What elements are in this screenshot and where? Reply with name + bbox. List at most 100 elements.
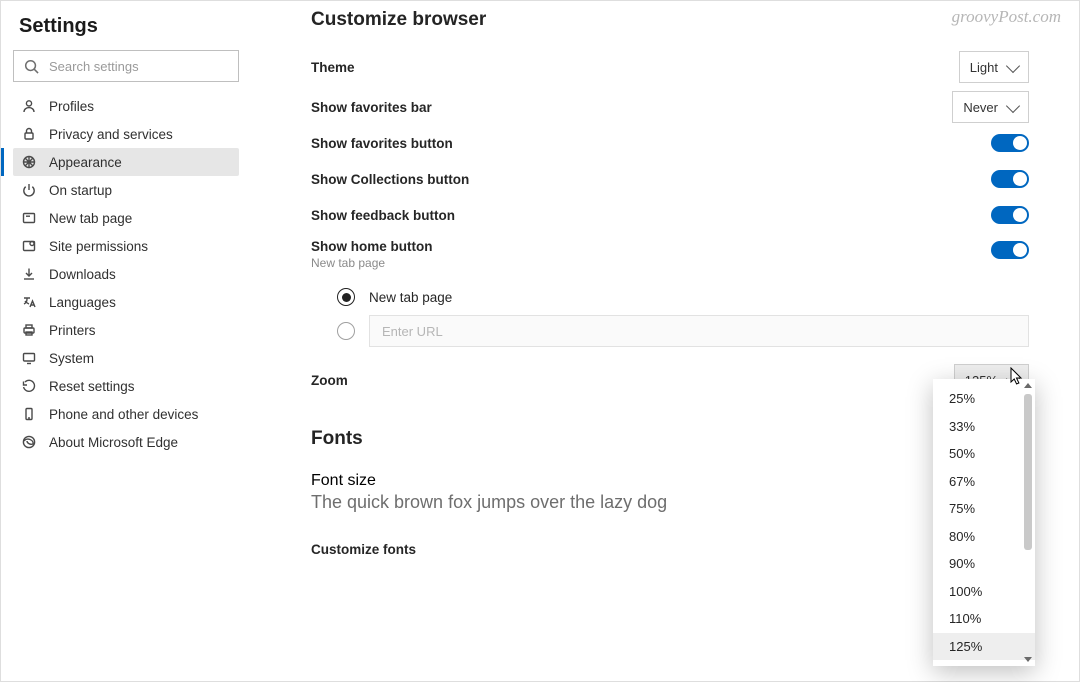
zoom-option[interactable]: 100% [933, 578, 1035, 606]
scroll-up-icon[interactable] [1024, 383, 1032, 388]
favorites-bar-row: Show favorites bar Never [311, 89, 1029, 125]
theme-value: Light [970, 60, 998, 75]
collections-button-toggle[interactable] [991, 170, 1029, 188]
zoom-option[interactable]: 67% [933, 468, 1035, 496]
radio-newtab-label: New tab page [369, 290, 452, 305]
language-icon [21, 294, 37, 310]
printer-icon [21, 322, 37, 338]
zoom-option[interactable]: 90% [933, 550, 1035, 578]
favorites-bar-label: Show favorites bar [311, 100, 432, 115]
sidebar-item-label: Site permissions [49, 239, 148, 254]
favorites-bar-value: Never [963, 100, 998, 115]
search-placeholder: Search settings [49, 59, 139, 74]
sidebar-item-privacy[interactable]: Privacy and services [13, 120, 239, 148]
watermark-text: groovyPost.com [952, 7, 1061, 27]
sidebar-item-reset[interactable]: Reset settings [13, 372, 239, 400]
appearance-icon [21, 154, 37, 170]
settings-title: Settings [19, 15, 239, 38]
zoom-row: Zoom 125% [311, 362, 1029, 398]
search-settings-input[interactable]: Search settings [13, 50, 239, 82]
chevron-down-icon [1006, 98, 1020, 112]
sidebar-item-label: Privacy and services [49, 127, 173, 142]
search-icon [24, 59, 39, 74]
permissions-icon [21, 238, 37, 254]
sidebar-item-phone[interactable]: Phone and other devices [13, 400, 239, 428]
zoom-option[interactable]: 110% [933, 605, 1035, 633]
system-icon [21, 350, 37, 366]
home-radio-newtab-row[interactable]: New tab page [337, 280, 1029, 314]
home-radio-url-row[interactable]: Enter URL [337, 314, 1029, 348]
download-icon [21, 266, 37, 282]
font-size-row: Font size The quick brown fox jumps over… [311, 472, 1029, 513]
home-url-input[interactable]: Enter URL [369, 315, 1029, 347]
lock-icon [21, 126, 37, 142]
theme-dropdown[interactable]: Light [959, 51, 1029, 83]
sidebar-item-label: Languages [49, 295, 116, 310]
newtab-icon [21, 210, 37, 226]
feedback-button-label: Show feedback button [311, 208, 455, 223]
zoom-option[interactable]: 33% [933, 413, 1035, 441]
chevron-down-icon [1006, 58, 1020, 72]
feedback-button-toggle[interactable] [991, 206, 1029, 224]
main-panel: Customize browser Theme Light Show favor… [251, 1, 1079, 681]
zoom-option[interactable]: 80% [933, 523, 1035, 551]
sidebar-item-printers[interactable]: Printers [13, 316, 239, 344]
settings-sidebar: Settings Search settings Profiles Privac… [1, 1, 251, 681]
sidebar-item-newtab[interactable]: New tab page [13, 204, 239, 232]
home-button-label: Show home button [311, 239, 432, 254]
customize-fonts-label: Customize fonts [311, 542, 416, 557]
sidebar-item-site-permissions[interactable]: Site permissions [13, 232, 239, 260]
sidebar-item-label: Reset settings [49, 379, 135, 394]
favorites-button-row: Show favorites button [311, 125, 1029, 161]
zoom-option[interactable]: 50% [933, 440, 1035, 468]
sidebar-item-label: New tab page [49, 211, 132, 226]
sidebar-item-label: On startup [49, 183, 112, 198]
sidebar-item-label: Phone and other devices [49, 407, 198, 422]
home-button-radio-group: New tab page Enter URL [311, 270, 1029, 348]
phone-icon [21, 406, 37, 422]
favorites-button-label: Show favorites button [311, 136, 453, 151]
power-icon [21, 182, 37, 198]
home-button-toggle[interactable] [991, 241, 1029, 259]
scroll-down-icon[interactable] [1024, 657, 1032, 662]
sidebar-item-appearance[interactable]: Appearance [13, 148, 239, 176]
zoom-option[interactable]: 75% [933, 495, 1035, 523]
customize-fonts-row[interactable]: Customize fonts [311, 531, 1029, 567]
favorites-button-toggle[interactable] [991, 134, 1029, 152]
sidebar-item-label: Printers [49, 323, 96, 338]
sidebar-item-label: About Microsoft Edge [49, 435, 178, 450]
theme-row: Theme Light [311, 49, 1029, 85]
customize-browser-heading: Customize browser [311, 9, 1029, 31]
font-sample-text: The quick brown fox jumps over the lazy … [311, 492, 1029, 513]
edge-icon [21, 434, 37, 450]
sidebar-item-languages[interactable]: Languages [13, 288, 239, 316]
font-size-label: Font size [311, 472, 1029, 490]
collections-button-row: Show Collections button [311, 161, 1029, 197]
home-button-sublabel: New tab page [311, 256, 432, 270]
zoom-dropdown-menu[interactable]: 25% 33% 50% 67% 75% 80% 90% 100% 110% 12… [933, 379, 1035, 666]
fonts-heading: Fonts [311, 428, 1029, 450]
sidebar-item-startup[interactable]: On startup [13, 176, 239, 204]
sidebar-item-profiles[interactable]: Profiles [13, 92, 239, 120]
home-button-row: Show home button New tab page [311, 233, 1029, 270]
radio-url[interactable] [337, 322, 355, 340]
sidebar-item-label: Profiles [49, 99, 94, 114]
collections-button-label: Show Collections button [311, 172, 469, 187]
settings-nav: Profiles Privacy and services Appearance… [13, 92, 239, 456]
zoom-menu-scrollbar[interactable] [1022, 382, 1035, 663]
scroll-thumb[interactable] [1024, 394, 1032, 550]
favorites-bar-dropdown[interactable]: Never [952, 91, 1029, 123]
zoom-option[interactable]: 25% [933, 385, 1035, 413]
feedback-button-row: Show feedback button [311, 197, 1029, 233]
sidebar-item-system[interactable]: System [13, 344, 239, 372]
zoom-option[interactable]: 125% [933, 633, 1035, 661]
reset-icon [21, 378, 37, 394]
radio-newtab[interactable] [337, 288, 355, 306]
zoom-label: Zoom [311, 373, 348, 388]
sidebar-item-downloads[interactable]: Downloads [13, 260, 239, 288]
theme-label: Theme [311, 60, 355, 75]
sidebar-item-about[interactable]: About Microsoft Edge [13, 428, 239, 456]
sidebar-item-label: System [49, 351, 94, 366]
profile-icon [21, 98, 37, 114]
sidebar-item-label: Appearance [49, 155, 122, 170]
